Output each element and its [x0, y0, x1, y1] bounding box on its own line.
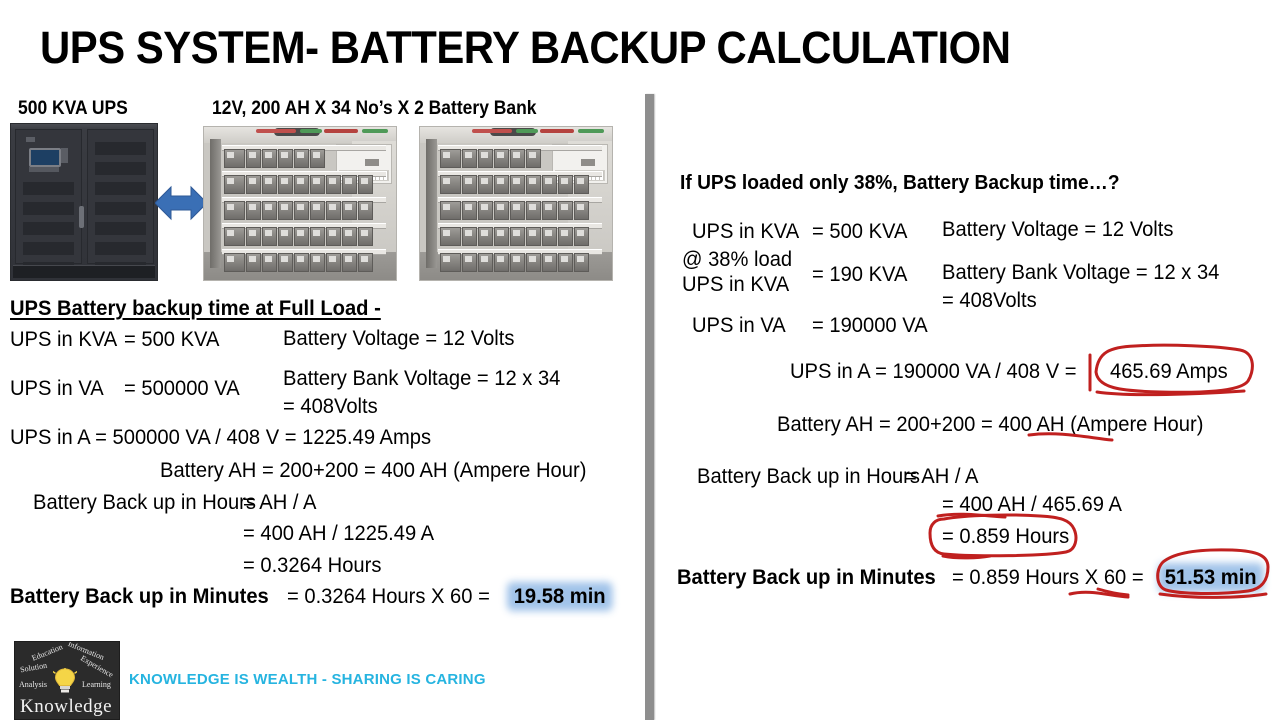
red-annotations-overlay	[928, 343, 1270, 599]
lightbulb-icon	[51, 664, 79, 694]
right-backup-hours-formula: = AH / A	[905, 465, 979, 488]
double-arrow-icon	[154, 181, 208, 225]
right-battery-voltage: Battery Voltage = 12 Volts	[942, 218, 1174, 241]
ups-door-right	[87, 129, 154, 275]
left-result-highlight: 19.58 min	[507, 584, 612, 609]
logo-word-education: Education	[30, 642, 64, 663]
battery-bank-image-1	[203, 126, 397, 281]
ups-handle-icon	[79, 206, 84, 228]
right-ups-va-label: UPS in VA	[692, 314, 786, 337]
right-backup-minutes-result-wrap: 51.53 min	[1158, 565, 1263, 590]
right-ups-kva-loaded-value: = 190 KVA	[812, 263, 908, 286]
caption-ups: 500 KVA UPS	[18, 98, 128, 119]
ups-led-icon	[26, 137, 35, 142]
left-ups-kva-label: UPS in KVA	[10, 328, 118, 351]
left-bank-voltage: Battery Bank Voltage = 12 x 34	[283, 367, 561, 390]
battery-bank-image-2	[419, 126, 613, 281]
ups-display-icon	[29, 148, 61, 167]
ups-door-left	[15, 129, 82, 275]
left-battery-ah: Battery AH = 200+200 = 400 AH (Ampere Ho…	[160, 459, 587, 482]
logo-word-solution: Solution	[19, 660, 48, 675]
left-battery-voltage: Battery Voltage = 12 Volts	[283, 327, 515, 350]
right-ups-in-a-result: 465.69 Amps	[1110, 360, 1228, 383]
logo-title: Knowledge	[20, 696, 113, 717]
footer-tagline: KNOWLEDGE IS WEALTH - SHARING IS CARING	[129, 671, 486, 688]
left-backup-minutes-result-wrap: 19.58 min	[507, 584, 612, 609]
right-result-highlight: 51.53 min	[1158, 565, 1263, 590]
right-ups-kva-value: = 500 KVA	[812, 220, 908, 243]
left-backup-hours-formula: = AH / A	[243, 491, 317, 514]
caption-battery-bank: 12V, 200 AH X 34 No’s X 2 Battery Bank	[212, 98, 537, 119]
right-panel-heading: If UPS loaded only 38%, Battery Backup t…	[680, 172, 1120, 194]
vertical-divider	[645, 94, 654, 720]
right-backup-hours-step1: = 400 AH / 465.69 A	[942, 493, 1122, 516]
right-backup-hours-step2: = 0.859 Hours	[942, 525, 1070, 548]
right-bank-voltage: Battery Bank Voltage = 12 x 34	[942, 261, 1220, 284]
left-ups-kva-value: = 500 KVA	[124, 328, 220, 351]
page-title: UPS SYSTEM- BATTERY BACKUP CALCULATION	[40, 22, 1011, 73]
ups-button-icon	[61, 148, 68, 163]
left-bank-voltage-result: = 408Volts	[283, 395, 378, 418]
left-backup-hours-step2: = 0.3264 Hours	[243, 554, 382, 577]
left-ups-in-a: UPS in A = 500000 VA / 408 V = 1225.49 A…	[10, 426, 432, 449]
ups-base	[13, 265, 155, 278]
logo-word-learning: Learning	[82, 680, 111, 689]
left-ups-va-label: UPS in VA	[10, 377, 104, 400]
left-backup-minutes-label: Battery Back up in Minutes	[10, 585, 269, 608]
right-ups-va-value: = 190000 VA	[812, 314, 928, 337]
right-ups-in-a-prefix: UPS in A = 190000 VA / 408 V =	[790, 360, 1077, 383]
right-load-percent-label: @ 38% load	[682, 248, 793, 271]
right-battery-ah: Battery AH = 200+200 = 400 AH (Ampere Ho…	[777, 413, 1204, 436]
right-backup-minutes-label: Battery Back up in Minutes	[677, 566, 936, 589]
left-backup-hours-step1-text: = 400 AH / 1225.49 A	[243, 522, 435, 545]
left-ups-va-value: = 500000 VA	[124, 377, 240, 400]
right-backup-hours-label: Battery Back up in Hours	[697, 465, 920, 488]
knowledge-logo: Education Information Solution Experienc…	[14, 641, 120, 720]
logo-word-analysis: Analysis	[19, 680, 47, 689]
right-ups-kva-label: UPS in KVA	[692, 220, 800, 243]
right-bank-voltage-result: = 408Volts	[942, 289, 1037, 312]
ups-cabinet-image	[10, 123, 158, 281]
left-backup-minutes-formula: = 0.3264 Hours X 60 =	[287, 585, 490, 608]
left-backup-hours-label: Battery Back up in Hours	[33, 491, 256, 514]
left-panel-heading: UPS Battery backup time at Full Load -	[10, 297, 381, 320]
ups-keypad-icon	[29, 167, 59, 172]
slide-canvas: UPS SYSTEM- BATTERY BACKUP CALCULATION 5…	[0, 0, 1280, 720]
right-ups-kva-loaded-label: UPS in KVA	[682, 273, 790, 296]
right-backup-minutes-formula: = 0.859 Hours X 60 =	[952, 566, 1144, 589]
